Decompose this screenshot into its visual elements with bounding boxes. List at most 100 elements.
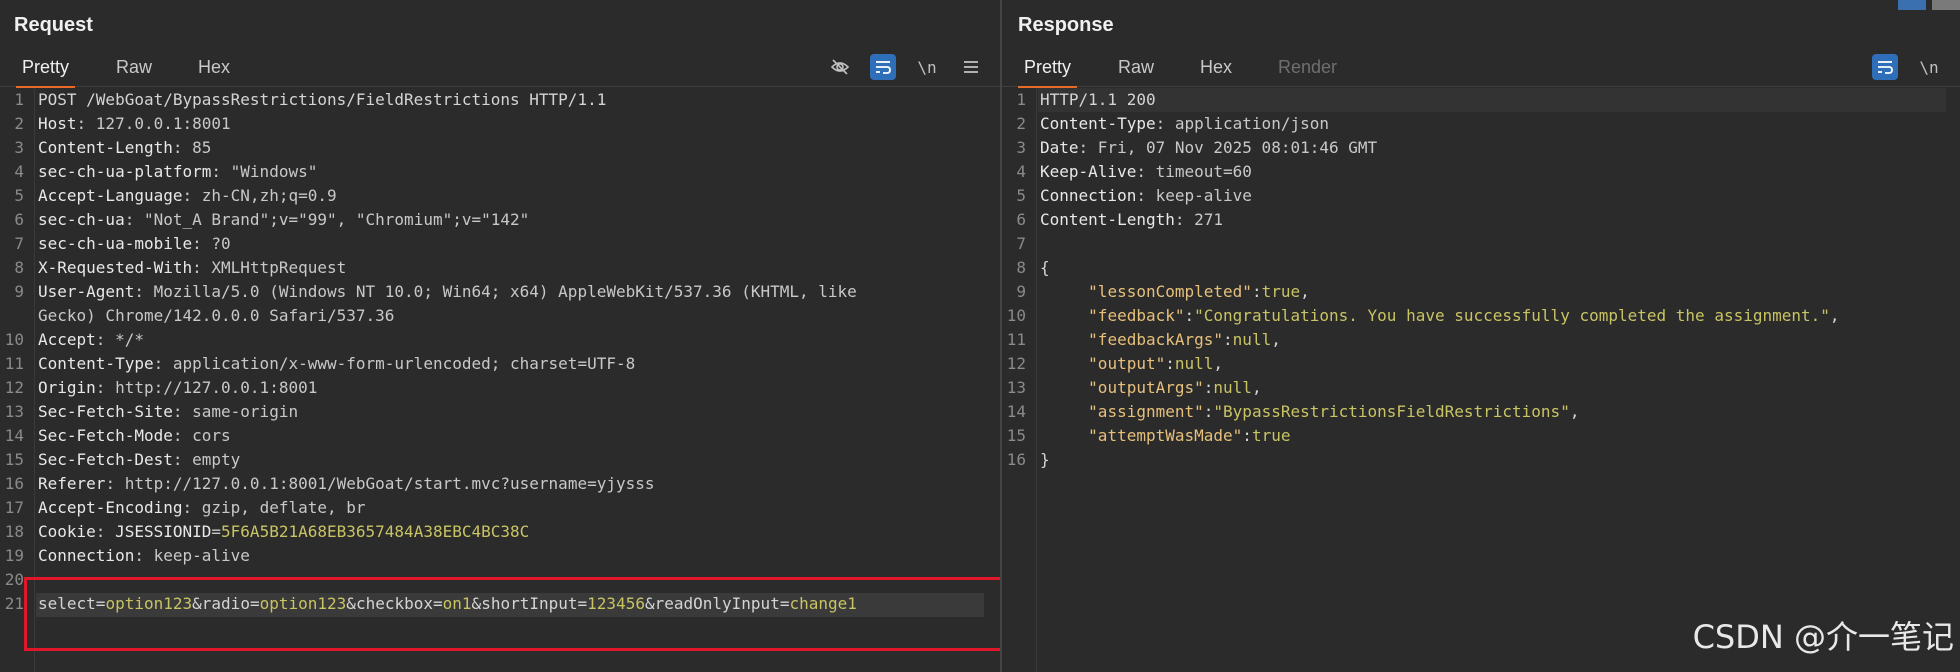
code-token: : 127.0.0.1:8001 <box>76 114 231 133</box>
code-token: "assignment" <box>1088 402 1204 421</box>
code-line: 4 Keep-Alive: timeout=60 <box>1002 160 1252 184</box>
code-line: 18 Cookie: JSESSIONID=5F6A5B21A68EB365748… <box>0 520 530 544</box>
code-line: 6 Content-Length: 271 <box>1002 208 1223 232</box>
code-token: : */* <box>95 330 144 349</box>
code-line: 4 sec-ch-ua-platform: "Windows" <box>0 160 317 184</box>
line-number: 14 <box>1006 402 1026 421</box>
code-line: 9 "lessonCompleted":true, <box>1002 280 1309 304</box>
code-token: Origin <box>38 378 96 397</box>
line-number: 7 <box>14 234 24 253</box>
line-number: 5 <box>14 186 24 205</box>
newline-toggle-icon[interactable]: \n <box>1916 54 1942 80</box>
code-token: Accept-Encoding <box>38 498 183 517</box>
code-line: 10 "feedback":"Congratulations. You have… <box>1002 304 1840 328</box>
line-number: 10 <box>1006 306 1026 325</box>
code-line: 7 sec-ch-ua-mobile: ?0 <box>0 232 231 256</box>
code-token: Keep-Alive <box>1040 162 1137 181</box>
minimize-icon[interactable] <box>1932 0 1960 10</box>
code-token: true <box>1251 426 1291 445</box>
line-number: 3 <box>14 138 24 157</box>
code-token: : empty <box>172 450 241 469</box>
wrap-icon[interactable] <box>870 54 896 80</box>
code-line: 14 Sec-Fetch-Mode: cors <box>0 424 231 448</box>
code-token: JSESSIONID <box>115 522 212 541</box>
code-line: 19 Connection: keep-alive <box>0 544 250 568</box>
code-token: "outputArgs" <box>1088 378 1204 397</box>
code-token: : <box>1184 306 1195 325</box>
code-line: 10 Accept: */* <box>0 328 144 352</box>
line-number: 13 <box>1006 378 1026 397</box>
code-token: sec-ch-ua-mobile <box>38 234 193 253</box>
line-number: 18 <box>4 522 24 541</box>
code-token: "BypassRestrictionsFieldRestrictions" <box>1213 402 1570 421</box>
code-token: : Mozilla/5.0 (Windows NT 10.0; Win64; x… <box>134 282 857 301</box>
code-token: Content-Type <box>1040 114 1156 133</box>
code-token: Gecko) Chrome/142.0.0.0 Safari/537.36 <box>38 306 395 325</box>
code-token: Accept-Language <box>38 186 183 205</box>
line-number: 21 <box>4 594 24 613</box>
code-token: "output" <box>1088 354 1166 373</box>
response-panel: Response Pretty Raw Hex Render \n 1 HTTP/… <box>1002 0 1960 672</box>
code-token: = <box>211 522 222 541</box>
code-token: : 271 <box>1174 210 1224 229</box>
line-number: 16 <box>1006 450 1026 469</box>
line-number: 19 <box>4 546 24 565</box>
code-token: null <box>1213 378 1252 397</box>
newline-toggle-icon[interactable]: \n <box>914 54 940 80</box>
code-token: : http://127.0.0.1:8001 <box>95 378 318 397</box>
code-token: : application/json <box>1155 114 1329 133</box>
code-line: 9 User-Agent: Mozilla/5.0 (Windows NT 10.… <box>0 280 857 304</box>
code-token: : <box>95 522 116 541</box>
code-line: 1 HTTP/1.1 200 <box>1002 88 1155 112</box>
code-token: } <box>1040 450 1050 469</box>
layout-split-icon[interactable] <box>1898 0 1926 10</box>
line-number: 6 <box>1016 210 1026 229</box>
code-line: 13 "outputArgs":null, <box>1002 376 1262 400</box>
code-line: 1 POST /WebGoat/BypassRestrictions/FieldR… <box>0 88 606 112</box>
code-token: 5F6A5B21A68EB3657484A38EBC4BC38C <box>221 522 530 541</box>
response-tab-raw[interactable]: Raw <box>1112 52 1160 86</box>
code-token: Sec-Fetch-Mode <box>38 426 173 445</box>
request-tab-raw[interactable]: Raw <box>110 52 158 86</box>
response-tab-render[interactable]: Render <box>1272 52 1343 86</box>
menu-icon[interactable] <box>958 54 984 80</box>
response-editor[interactable]: 1 HTTP/1.1 200 2 Content-Type: application/… <box>1002 88 1960 672</box>
response-tabs: Pretty Raw Hex Render <box>1002 52 1960 88</box>
code-token: { <box>1040 258 1050 277</box>
code-token: : <box>1165 354 1175 373</box>
code-line: 15 Sec-Fetch-Dest: empty <box>0 448 241 472</box>
line-number: 15 <box>1006 426 1026 445</box>
request-panel: Request Pretty Raw Hex \n 1 POST /WebGoat… <box>0 0 1000 672</box>
response-title: Response <box>1018 14 1114 36</box>
code-line: 3 Date: Fri, 07 Nov 2025 08:01:46 GMT <box>1002 136 1377 160</box>
code-line: Gecko) Chrome/142.0.0.0 Safari/537.36 <box>0 304 394 328</box>
line-number: 5 <box>1016 186 1026 205</box>
code-token: "feedback" <box>1088 306 1185 325</box>
code-line: 5 Accept-Language: zh-CN,zh;q=0.9 <box>0 184 336 208</box>
wrap-icon[interactable] <box>1872 54 1898 80</box>
code-token: "Congratulations. You have successfully … <box>1194 306 1830 325</box>
line-number: 20 <box>4 570 24 589</box>
code-line: 8 X-Requested-With: XMLHttpRequest <box>0 256 346 280</box>
code-token: : ?0 <box>192 234 231 253</box>
code-token: Host <box>38 114 77 133</box>
response-tab-hex[interactable]: Hex <box>1194 52 1238 86</box>
code-token: Content-Type <box>38 354 154 373</box>
request-tab-pretty[interactable]: Pretty <box>16 52 76 88</box>
response-tab-pretty[interactable]: Pretty <box>1018 52 1078 88</box>
code-token: : Fri, 07 Nov 2025 08:01:46 GMT <box>1078 138 1378 157</box>
line-number: 9 <box>14 282 24 301</box>
code-token: Sec-Fetch-Site <box>38 402 173 421</box>
code-token: : gzip, deflate, br <box>182 498 366 517</box>
code-token: Content-Length <box>38 138 173 157</box>
code-token: Accept <box>38 330 96 349</box>
code-token: , <box>1829 306 1840 325</box>
code-token: Connection <box>38 546 135 565</box>
code-token: : <box>1251 282 1262 301</box>
request-tab-hex[interactable]: Hex <box>192 52 236 86</box>
eye-off-icon[interactable] <box>827 54 853 80</box>
code-token: : keep-alive <box>1136 186 1252 205</box>
